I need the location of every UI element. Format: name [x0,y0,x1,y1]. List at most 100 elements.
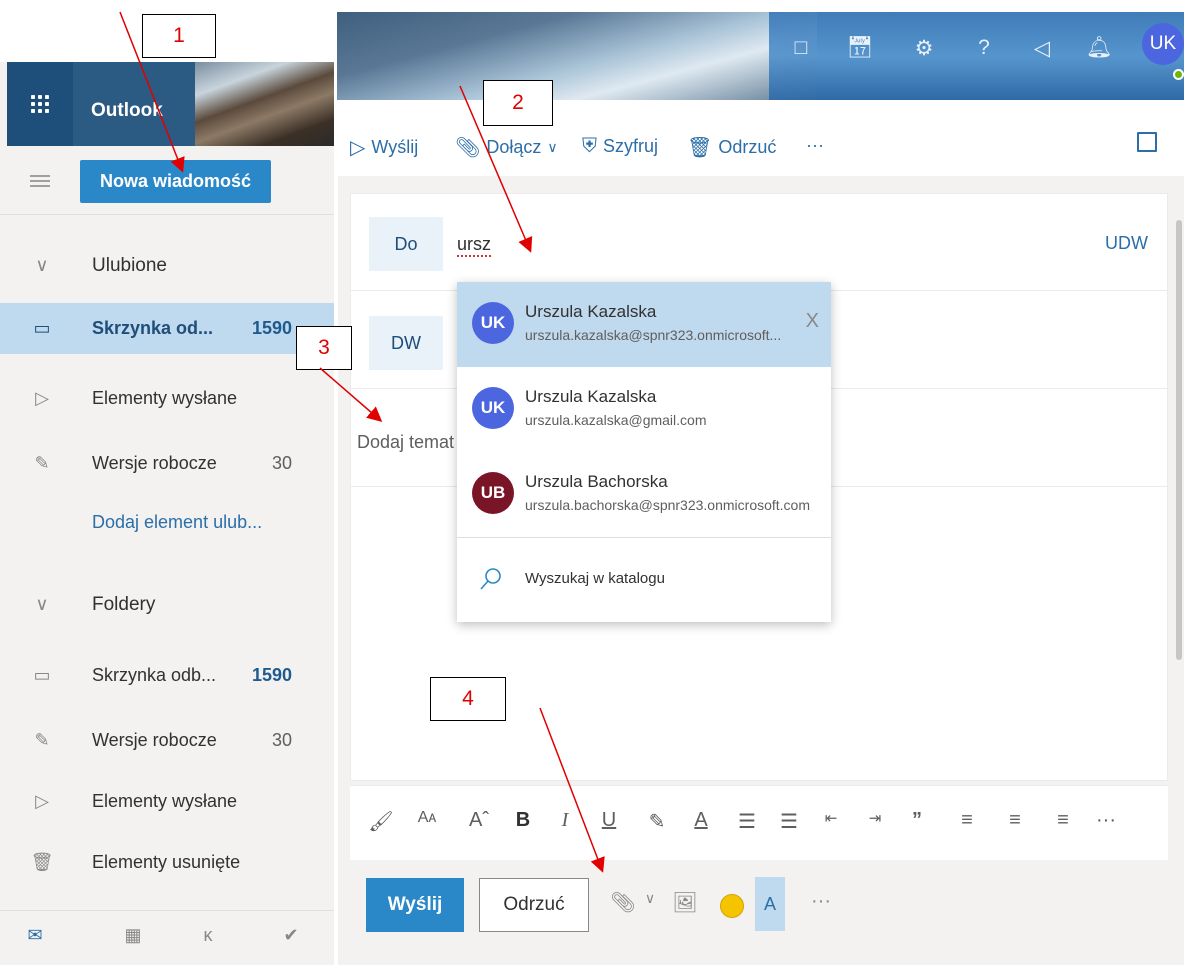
quote-icon[interactable]: ” [904,809,930,832]
app-title[interactable]: Outlook [91,100,163,122]
attach-command[interactable]: 📎︎ Dołącz ∨ [455,135,558,160]
bold-icon[interactable]: B [510,809,536,832]
avatar: UK [472,387,514,429]
annotation-box-1: 1 [142,14,216,58]
send-icon: ▷ [350,137,366,159]
nav-item-label: Wersje robocze [92,730,217,750]
unread-count: 1590 [251,318,292,338]
nav-item-sent[interactable]: ▷ Elementy wysłane [0,776,334,827]
avatar: UB [472,472,514,514]
align-right-icon[interactable]: ≡ [1050,809,1076,832]
help-icon[interactable]: ? [970,36,998,60]
more-commands-button[interactable]: ··· [806,135,824,156]
numbering-icon[interactable]: ☰ [776,809,802,834]
calendar-icon[interactable]: ▦ [118,920,148,950]
hamburger-menu-icon[interactable] [30,172,50,190]
to-button[interactable]: Do [369,217,443,271]
remove-suggestion-button[interactable]: X [806,310,819,333]
discard-command-label: Odrzuć [718,137,777,157]
discard-button[interactable]: Odrzuć [479,878,589,932]
nav-item-drafts-favorite[interactable]: ✎ Wersje robocze 30 [0,438,334,489]
increase-indent-icon[interactable]: ⇥ [862,809,888,827]
encrypt-command[interactable]: ⛨ Szyfruj [582,135,658,158]
add-favorite-link[interactable]: Dodaj element ulub... [92,512,262,533]
favorites-header[interactable]: ∨ Ulubione [0,240,334,291]
bcc-button[interactable]: UDW [1105,233,1148,254]
align-left-icon[interactable]: ≡ [954,809,980,832]
folders-header[interactable]: ∨ Foldery [0,579,334,630]
scrollbar-thumb[interactable] [1176,220,1182,660]
nav-item-sent-favorite[interactable]: ▷ Elementy wysłane [0,373,334,424]
signature-icon[interactable]: A [755,877,785,931]
subject-input[interactable]: Dodaj temat [357,432,454,453]
bell-icon[interactable]: 🔔︎ [1085,36,1113,60]
banner-image [337,12,817,100]
chevron-down-icon: ∨ [35,594,49,614]
people-icon[interactable]: κ [193,920,223,950]
send-command[interactable]: ▷ Wyślij [350,135,418,160]
nav-item-inbox-favorite[interactable]: ▭ Skrzynka od... 1590 [0,303,334,354]
suggestion-name: Urszula Bachorska [525,472,668,491]
nav-item-label: Wersje robocze [92,453,217,473]
feedback-icon[interactable]: ◁ [1028,36,1056,61]
new-message-button[interactable]: Nowa wiadomość [80,160,271,203]
unread-count: 1590 [251,665,292,685]
nav-item-label: Elementy wysłane [92,388,238,408]
nav-item-inbox[interactable]: ▭ Skrzynka odb... 1590 [0,650,334,701]
nav-item-label: Elementy usunięte [92,852,241,872]
avatar[interactable]: UK [1142,23,1184,65]
paperclip-icon[interactable]: 📎︎ [610,890,636,915]
gear-icon[interactable]: ⚙︎ [910,36,938,61]
emoji-icon[interactable] [720,894,744,918]
cc-button[interactable]: DW [369,316,443,370]
nav-item-label: Skrzynka odb... [92,665,217,685]
nav-item-deleted[interactable]: 🗑︎ Elementy usunięte [0,837,334,888]
annotation-box-4: 4 [430,677,506,721]
item-count: 30 [271,453,292,473]
to-input[interactable]: ursz [457,233,492,257]
divider [457,537,831,538]
item-count: 30 [271,730,292,750]
bullets-icon[interactable]: ☰ [734,809,760,834]
underline-icon[interactable]: U [596,809,622,832]
font-color-icon[interactable]: A [688,809,714,832]
nav-item-label: Skrzynka od... [92,318,214,338]
nav-item-drafts[interactable]: ✎ Wersje robocze 30 [0,715,334,766]
more-formatting-button[interactable]: ··· [1093,809,1119,832]
search-icon[interactable] [479,567,503,591]
suggestion-item[interactable]: UB Urszula Bachorska urszula.bachorska@s… [457,452,831,537]
favorites-label: Ulubione [92,254,167,276]
todo-icon[interactable]: ✔︎ [276,920,306,950]
font-size-icon[interactable]: Aᴀ [414,809,440,827]
folders-label: Foldery [92,593,156,615]
mail-icon[interactable]: ✉︎ [20,920,50,950]
decrease-indent-icon[interactable]: ⇤ [818,809,844,827]
more-options-button[interactable]: ··· [808,890,834,913]
annotation-box-2: 2 [483,80,553,126]
suggestion-email: urszula.kazalska@gmail.com [525,412,707,428]
align-center-icon[interactable]: ≡ [1002,809,1028,832]
send-command-label: Wyślij [371,137,419,157]
attach-command-label: Dołącz [486,137,542,157]
skype-chat-icon[interactable]: □ [787,36,815,60]
annotation-box-3: 3 [296,326,352,370]
suggestion-name: Urszula Kazalska [525,387,657,406]
suggestion-item[interactable]: UK Urszula Kazalska urszula.kazalska@gma… [457,367,831,452]
grow-font-icon[interactable]: Aˆ [466,809,492,832]
highlight-icon[interactable]: ✎ [644,809,670,834]
popout-icon[interactable] [1137,132,1157,152]
suggestion-item[interactable]: UK Urszula Kazalska urszula.kazalska@spn… [457,282,831,367]
search-directory-link[interactable]: Wyszukaj w katalogu [525,570,665,587]
app-launcher-button[interactable] [7,62,73,146]
screenshot: Outlook Nowa wiadomość ∨ Ulubione ▭ Skrz… [0,0,1184,965]
chevron-down-icon[interactable]: ∨ [637,890,663,907]
image-icon[interactable]: 🖼︎ [672,890,698,915]
chevron-down-icon: ∨ [35,255,49,275]
send-button[interactable]: Wyślij [366,878,464,932]
format-painter-icon[interactable]: 🖌︎ [368,809,394,834]
suggestion-name: Urszula Kazalska [525,302,657,321]
discard-command[interactable]: 🗑︎ Odrzuć [687,135,776,160]
my-day-icon[interactable]: 📅︎ [846,36,874,60]
italic-icon[interactable]: I [552,809,578,832]
inbox-icon: ▭ [33,665,51,685]
